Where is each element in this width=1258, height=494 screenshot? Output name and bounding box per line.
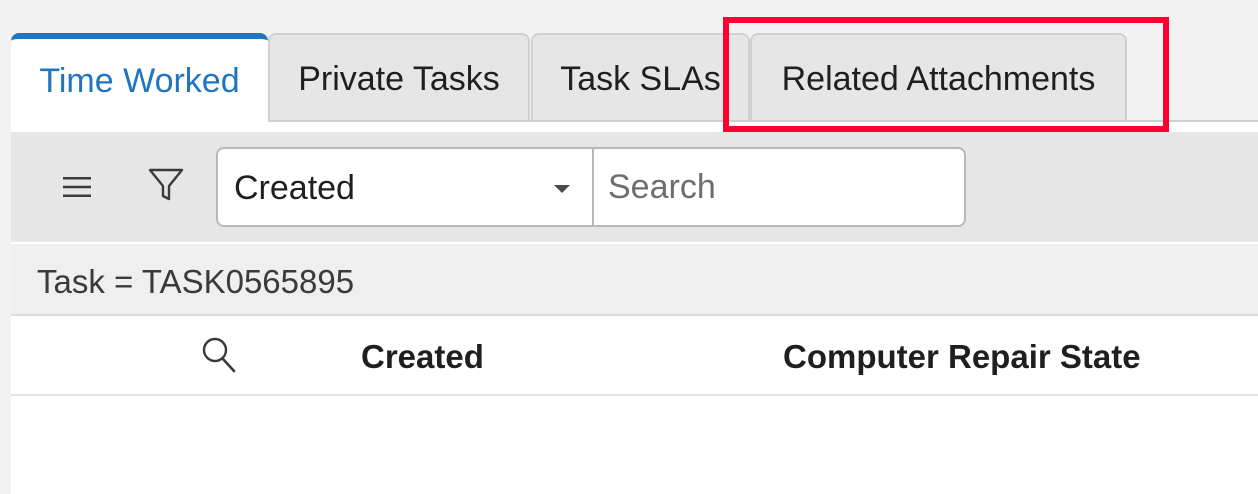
field-select[interactable]: Created <box>216 147 594 227</box>
tab-time-worked[interactable]: Time Worked <box>11 33 268 126</box>
filter-breadcrumb: Task = TASK0565895 <box>11 244 1258 316</box>
search-input[interactable] <box>592 147 966 227</box>
tab-related-attachments[interactable]: Related Attachments <box>750 33 1127 122</box>
field-select-value: Created <box>234 169 355 207</box>
tab-private-tasks[interactable]: Private Tasks <box>268 33 530 122</box>
funnel-filter-icon[interactable] <box>141 160 191 210</box>
breadcrumb-text[interactable]: Task = TASK0565895 <box>37 263 354 301</box>
related-list-tabs: Time Worked Private Tasks Task SLAs Rela… <box>0 0 1258 126</box>
table-header-row: Created Computer Repair State <box>11 316 1258 396</box>
column-header-computer-repair-state[interactable]: Computer Repair State <box>783 338 1141 376</box>
tab-task-slas[interactable]: Task SLAs <box>531 33 750 122</box>
chevron-down-icon <box>554 185 570 193</box>
hamburger-menu-icon[interactable] <box>52 162 102 212</box>
search-icon[interactable] <box>201 336 237 379</box>
column-header-created[interactable]: Created <box>361 338 484 376</box>
